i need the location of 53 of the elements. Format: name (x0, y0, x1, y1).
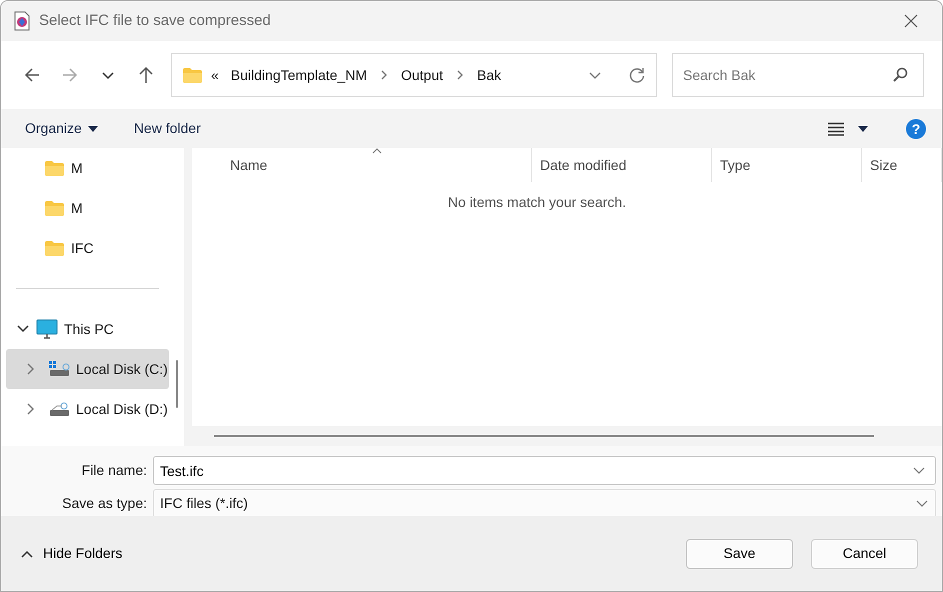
search-icon (892, 67, 908, 83)
overflow-chevron[interactable]: « (211, 64, 219, 86)
sort-caret-icon (372, 148, 382, 154)
column-header[interactable]: Date modified (532, 148, 712, 182)
chevron-up-icon (21, 550, 33, 558)
new-folder-button[interactable]: New folder (124, 114, 211, 143)
folder-icon (44, 199, 65, 217)
search-field[interactable]: Search Bak (672, 53, 924, 97)
help-button[interactable]: ? (906, 118, 926, 138)
hide-folders-button[interactable]: Hide Folders (17, 541, 126, 566)
scrollbar-thumb[interactable] (176, 360, 178, 408)
navigation-item[interactable]: M (6, 148, 169, 188)
caret-icon (88, 126, 98, 132)
file-type-dropdown[interactable]: IFC files (*.ifc) (153, 489, 936, 518)
window-title: Select IFC file to save compressed (39, 10, 272, 31)
back-arrow-icon (24, 67, 40, 83)
drive-icon (48, 360, 70, 378)
column-header[interactable]: Name (192, 148, 532, 182)
field-label: File name: (80, 461, 148, 480)
cancel-button[interactable]: Cancel (811, 538, 918, 568)
list-view-icon (828, 122, 844, 136)
scrollbar-thumb[interactable] (214, 435, 874, 437)
monitor-icon (36, 319, 58, 339)
folder-icon (44, 239, 65, 257)
folder-icon (44, 159, 65, 177)
column-header[interactable]: Size (862, 148, 942, 182)
up-arrow-icon (138, 66, 154, 84)
chevron-down-icon (915, 498, 929, 508)
breadcrumb-segment[interactable]: BuildingTemplate_NM (226, 64, 371, 86)
folder-icon (182, 66, 203, 84)
file-name-field[interactable]: Test.ifc (153, 456, 936, 485)
drive-icon (48, 400, 70, 418)
chevron-right-icon (455, 68, 466, 82)
navigation-item[interactable]: IFC (6, 228, 169, 268)
save-button[interactable]: Save (686, 538, 793, 568)
column-header[interactable]: Type (712, 148, 862, 182)
app-icon (13, 11, 31, 31)
close-icon (904, 14, 918, 28)
field-label: Save as type: (61, 494, 148, 513)
refresh-icon[interactable] (628, 66, 646, 84)
empty-message: No items match your search. (446, 193, 628, 212)
navigation-item[interactable]: M (6, 188, 169, 228)
navigation-item[interactable]: Local Disk (C:) (6, 349, 169, 389)
breadcrumb-segment[interactable]: Bak (473, 64, 506, 86)
forward-arrow-icon (62, 67, 78, 83)
chevron-down-icon (912, 466, 926, 476)
organize-menu-button[interactable]: Organize (15, 114, 108, 143)
navigation-item[interactable]: This PC (6, 309, 169, 349)
navigation-item[interactable]: Local Disk (D:) (6, 389, 169, 429)
address-bar[interactable]: « BuildingTemplate_NM Output Bak (171, 53, 657, 97)
chevron-right-icon (378, 68, 389, 82)
breadcrumb-segment[interactable]: Output (396, 64, 448, 86)
caret-icon (858, 126, 868, 132)
